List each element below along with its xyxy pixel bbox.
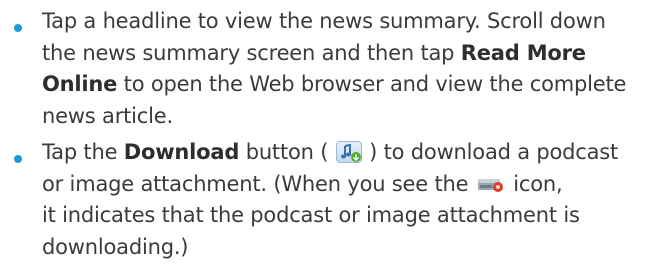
text-line: or image attachment. (When you see the i… bbox=[42, 169, 664, 201]
list-item-text: Tap a headline to view the news summary.… bbox=[42, 6, 664, 132]
download-icon bbox=[335, 141, 362, 163]
text-segment: the news summary screen and then tap bbox=[42, 40, 461, 65]
text-segment: downloading.) bbox=[42, 234, 189, 259]
text-segment: icon, bbox=[506, 171, 563, 196]
text-line: Online to open the Web browser and view … bbox=[42, 69, 664, 101]
text-segment: to open the Web browser and view the com… bbox=[117, 72, 627, 96]
text-line: news article. bbox=[42, 101, 664, 133]
list-item-text: Tap the Download button ( ) to download … bbox=[42, 137, 664, 263]
text-segment: Tap a headline to view the news summary.… bbox=[42, 9, 606, 33]
text-segment: Tap the bbox=[42, 140, 124, 164]
read-more-online-label: Online bbox=[42, 72, 118, 96]
bullet-icon bbox=[14, 155, 22, 163]
text-segment: or image attachment. (When you see the bbox=[42, 171, 475, 196]
text-line: Tap the Download button ( ) to download … bbox=[42, 137, 664, 169]
read-more-online-label: Read More bbox=[460, 40, 586, 65]
text-line: Tap a headline to view the news summary.… bbox=[42, 6, 664, 38]
text-segment: news article. bbox=[42, 103, 173, 128]
downloading-icon bbox=[477, 175, 505, 195]
text-line: the news summary screen and then tap Rea… bbox=[42, 38, 664, 70]
download-label: Download bbox=[123, 140, 240, 164]
text-segment: button ( bbox=[239, 140, 335, 164]
text-line: it indicates that the podcast or image a… bbox=[42, 200, 664, 232]
text-line: downloading.) bbox=[42, 232, 664, 264]
cropped-previous-line bbox=[0, 0, 665, 4]
text-segment: it indicates that the podcast or image a… bbox=[42, 203, 580, 227]
bullet-icon bbox=[14, 24, 22, 32]
text-segment: ) to download a podcast bbox=[362, 140, 619, 164]
